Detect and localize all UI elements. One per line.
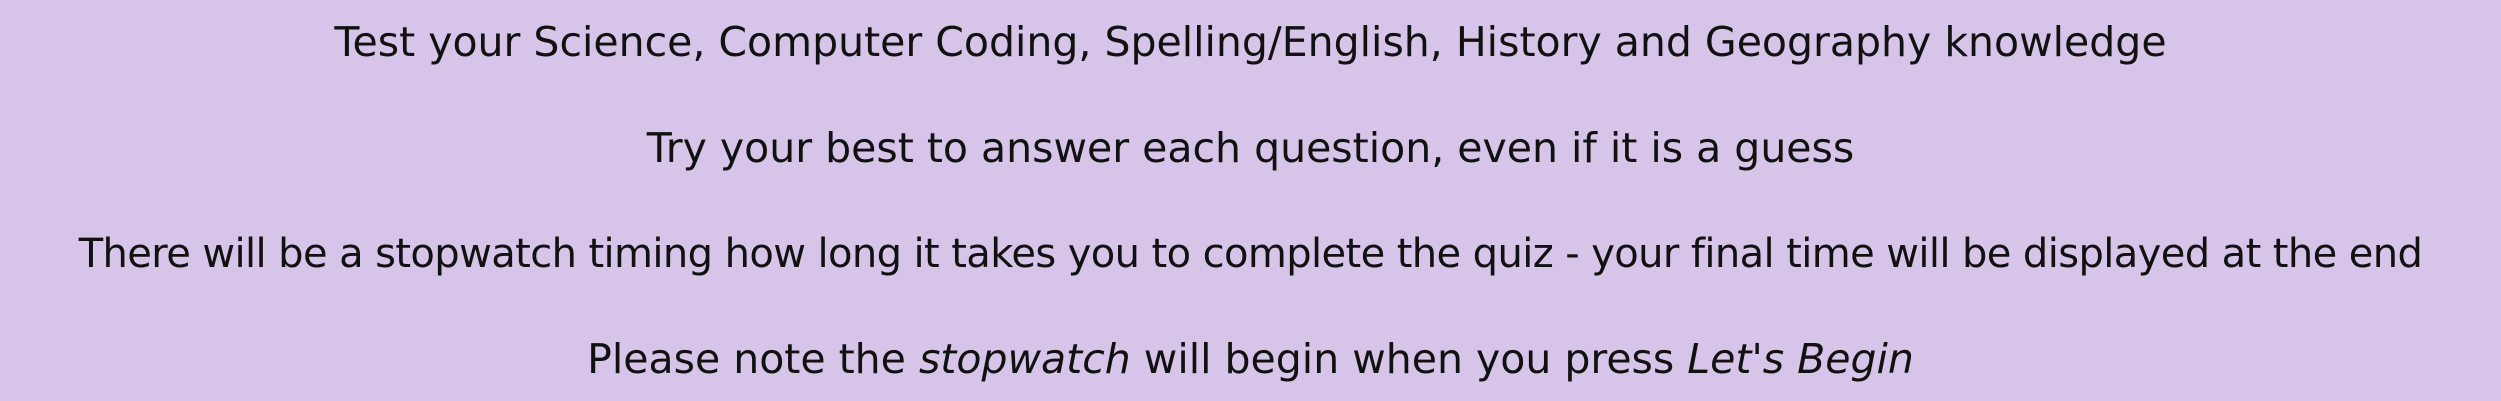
stopwatch-emphasis: stopwatch bbox=[918, 335, 1131, 383]
instruction-stopwatch-timing: There will be a stopwatch timing how lon… bbox=[78, 231, 2423, 277]
instruction-subjects: Test your Science, Computer Coding, Spel… bbox=[334, 18, 2167, 66]
instruction-start-middle: will begin when you press bbox=[1130, 335, 1688, 383]
instruction-best-effort: Try your best to answer each question, e… bbox=[646, 124, 1855, 172]
quiz-instructions: Test your Science, Computer Coding, Spel… bbox=[0, 0, 2501, 401]
instruction-start-prefix: Please note the bbox=[587, 335, 919, 383]
lets-begin-emphasis: Let's Begin bbox=[1687, 335, 1914, 383]
instruction-stopwatch-start: Please note the stopwatch will begin whe… bbox=[0, 335, 2501, 383]
